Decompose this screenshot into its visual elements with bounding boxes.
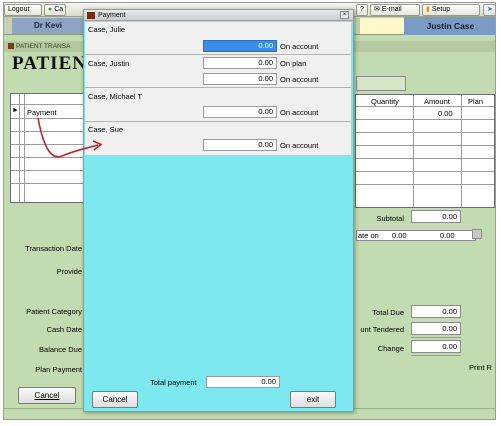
payment-list: Case, Julie 0.00 On account Case, Justin… xyxy=(85,22,351,155)
grid-line xyxy=(356,158,494,159)
transaction-grid-right: Quantity Amount Plan 0.00 xyxy=(355,94,495,208)
leaf-icon: ● xyxy=(48,6,53,13)
dialog-app-icon xyxy=(87,12,95,19)
page-title: PATIEN xyxy=(12,53,87,74)
grid-divider xyxy=(19,94,20,202)
email-button-label: E-mail xyxy=(381,6,402,13)
payment-type-label: On account xyxy=(280,141,319,150)
patient-category-label: Patient Category xyxy=(26,307,82,316)
change-label: Change xyxy=(377,344,404,353)
dialog-exit-button[interactable]: exit xyxy=(290,391,336,408)
status-tab xyxy=(359,18,404,34)
grid-line xyxy=(11,170,89,171)
change-value: 0.00 xyxy=(411,340,461,353)
divider xyxy=(85,87,351,88)
cancel-button[interactable]: Cancel xyxy=(18,387,76,404)
email-icon: ✉ xyxy=(374,6,380,13)
payment-type-label: On account xyxy=(280,108,319,117)
setup-button-label: Setup xyxy=(431,6,451,13)
help-button[interactable]: ? xyxy=(356,4,368,16)
transaction-grid-left: ► Payment xyxy=(10,93,90,203)
total-payment-value: 0.00 xyxy=(206,376,280,388)
grid-header-row xyxy=(11,94,89,105)
plan-payment-label: Plan Payment xyxy=(35,365,82,374)
payment-amount-input[interactable]: 0.00 xyxy=(203,139,277,151)
grid-line xyxy=(356,171,494,172)
subtotal-value: 0.00 xyxy=(411,210,461,223)
cancel-button-label: Cancel xyxy=(34,391,60,400)
rate-amount: 0.00 xyxy=(440,231,455,240)
plan-header: Plan xyxy=(468,97,484,106)
grid-line xyxy=(356,106,494,107)
setup-button[interactable]: ▮ Setup xyxy=(422,4,480,16)
rate-dropdown-button[interactable] xyxy=(472,229,482,239)
window-icon xyxy=(8,43,14,50)
setup-icon: ▮ xyxy=(426,6,430,13)
amount-header: Amount xyxy=(424,97,450,106)
print-receipt-label[interactable]: Print R xyxy=(469,363,492,372)
payment-amount-input[interactable]: 0.00 xyxy=(203,40,277,52)
calendar-button-label: Ca xyxy=(54,6,64,13)
patient-name-julie: Case, Julie xyxy=(88,25,126,34)
row-amount: 0.00 xyxy=(438,109,453,118)
payment-type-label: On account xyxy=(280,42,319,51)
subtotal-label: Subtotal xyxy=(376,214,404,223)
payment-type-label: On account xyxy=(280,75,319,84)
close-icon[interactable]: × xyxy=(340,11,349,19)
patient-window-title: PATIENT TRANSA xyxy=(16,43,71,50)
amount-tendered-label: unt Tendered xyxy=(360,325,404,334)
divider xyxy=(411,355,461,356)
total-due-label: Total Due xyxy=(372,308,404,317)
total-due-value: 0.00 xyxy=(411,305,461,318)
dialog-exit-label: exit xyxy=(306,395,320,404)
row-pointer-icon: ► xyxy=(12,107,19,114)
balance-due-label: Balance Due xyxy=(39,345,82,354)
doctor-tab[interactable]: Dr Kevi xyxy=(12,18,84,34)
rate-on-value: 0.00 xyxy=(392,231,407,240)
cash-date-label: Cash Date xyxy=(46,325,82,334)
grid-line xyxy=(11,183,89,184)
transaction-date-label: Transaction Date xyxy=(25,244,82,253)
patient-tab[interactable]: Justin Case xyxy=(404,17,495,35)
logout-button[interactable]: Logout xyxy=(4,4,42,16)
provider-label: Provide xyxy=(56,267,82,276)
grid-line xyxy=(11,144,89,145)
grid-divider xyxy=(24,94,25,202)
grid-line xyxy=(11,131,89,132)
quantity-header: Quantity xyxy=(371,97,399,106)
dialog-cancel-label: Cancel xyxy=(102,395,128,404)
divider xyxy=(411,337,461,338)
grid-line xyxy=(11,118,89,119)
total-payment-label: Total payment xyxy=(150,378,197,387)
amount-tendered-input[interactable]: 0.00 xyxy=(411,322,461,335)
arrow-button[interactable]: ➤ xyxy=(483,4,495,16)
dialog-title: Payment xyxy=(98,12,126,19)
patient-name-justin: Case, Justin xyxy=(88,59,130,68)
dialog-titlebar: Payment × xyxy=(84,10,353,21)
rate-on-label: ate on xyxy=(358,231,379,240)
grid-line xyxy=(356,145,494,146)
info-icon: ? xyxy=(360,6,364,13)
top-right-field xyxy=(356,76,406,91)
grid-line xyxy=(356,184,494,185)
divider xyxy=(85,54,351,55)
payment-amount-input[interactable]: 0.00 xyxy=(203,73,277,85)
grid-line xyxy=(356,119,494,120)
payment-type-label: On plan xyxy=(280,59,307,68)
grid-line xyxy=(356,132,494,133)
payment-amount-input[interactable]: 0.00 xyxy=(203,106,277,118)
grid-line xyxy=(11,157,89,158)
arrow-icon: ➤ xyxy=(487,6,493,13)
patient-name-sue: Case, Sue xyxy=(88,125,124,134)
grid-divider xyxy=(413,95,414,207)
email-button[interactable]: ✉ E-mail xyxy=(370,4,420,16)
grid-divider xyxy=(461,95,462,207)
divider xyxy=(85,121,351,122)
payment-amount-input[interactable]: 0.00 xyxy=(203,57,277,69)
dialog-cancel-button[interactable]: Cancel xyxy=(92,391,138,408)
payment-dialog: Payment × Case, Julie 0.00 On account Ca… xyxy=(83,9,354,412)
calendar-button[interactable]: ● Ca xyxy=(44,4,66,16)
table-row-label[interactable]: Payment xyxy=(27,108,57,117)
patient-name-michael: Case, Michael T xyxy=(88,92,143,101)
